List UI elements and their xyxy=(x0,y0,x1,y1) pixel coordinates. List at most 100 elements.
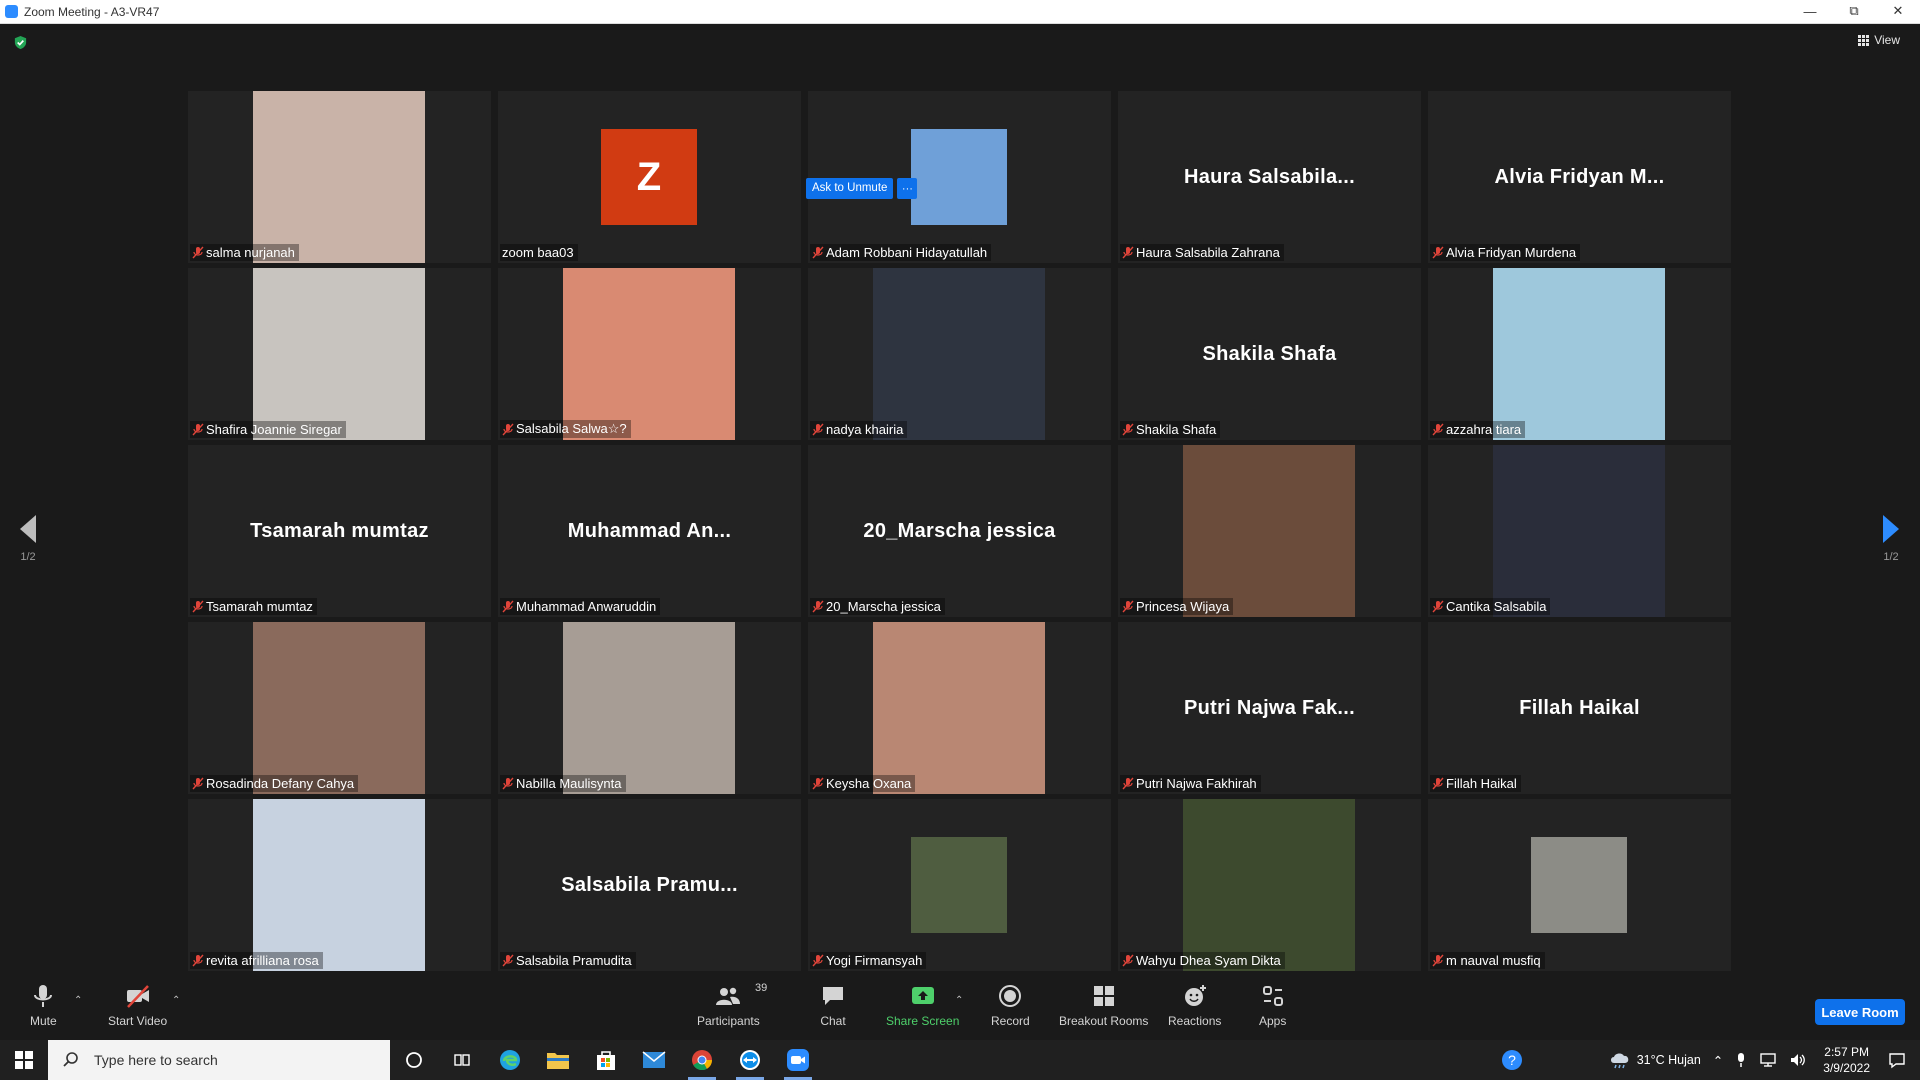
next-page-button[interactable]: 1/2 xyxy=(1876,515,1906,563)
store-taskbar-icon[interactable] xyxy=(582,1040,630,1080)
participant-tile[interactable]: revita afrilliana rosa xyxy=(188,799,491,971)
network-tray-icon[interactable] xyxy=(1759,1052,1777,1068)
start-button[interactable] xyxy=(0,1040,48,1080)
participant-tile[interactable]: Yogi Firmansyah xyxy=(808,799,1111,971)
taskbar-search-box[interactable]: Type here to search xyxy=(48,1040,390,1080)
participant-tile[interactable]: Fillah Haikal Fillah Haikal xyxy=(1428,622,1731,794)
mute-button[interactable]: Mute xyxy=(30,983,57,1028)
view-button[interactable]: View xyxy=(1858,33,1900,47)
muted-mic-icon xyxy=(1432,423,1444,436)
participant-profile-photo xyxy=(1531,837,1627,933)
record-label: Record xyxy=(991,1014,1030,1028)
breakout-rooms-label: Breakout Rooms xyxy=(1059,1014,1149,1028)
participant-tile[interactable]: m nauval musfiq xyxy=(1428,799,1731,971)
participant-name-label: Rosadinda Defany Cahya xyxy=(190,775,359,792)
share-options-caret[interactable]: ⌃ xyxy=(955,995,963,1006)
participant-tile[interactable]: Cantika Salsabila xyxy=(1428,445,1731,617)
participant-tile[interactable]: 20_Marscha jessica 20_Marscha jessica xyxy=(808,445,1111,617)
participant-tile[interactable]: azzahra tiara xyxy=(1428,268,1731,440)
page-indicator-left: 1/2 xyxy=(20,551,36,563)
edge-taskbar-icon[interactable] xyxy=(486,1040,534,1080)
participant-video xyxy=(873,268,1045,440)
participants-button[interactable]: 39 Participants xyxy=(697,982,767,1028)
muted-mic-icon xyxy=(502,600,514,613)
muted-mic-icon xyxy=(812,423,824,436)
participant-name: Haura Salsabila Zahrana xyxy=(1136,245,1280,260)
zoom-taskbar-icon[interactable] xyxy=(774,1040,822,1080)
meeting-toolbar: Mute ⌃ Start Video ⌃ 39 Participants Cha… xyxy=(0,977,1920,1039)
taskbar-clock[interactable]: 2:57 PM 3/9/2022 xyxy=(1823,1044,1870,1076)
notifications-button[interactable] xyxy=(1888,1051,1906,1069)
participant-name-label: Keysha Oxana xyxy=(810,775,916,792)
participant-tile[interactable]: Rosadinda Defany Cahya xyxy=(188,622,491,794)
participant-name-label: Fillah Haikal xyxy=(1430,775,1521,792)
share-screen-button[interactable]: Share Screen xyxy=(886,983,959,1028)
more-options-button[interactable]: ··· xyxy=(897,178,918,199)
record-button[interactable]: Record xyxy=(991,983,1030,1028)
restore-button[interactable]: ⧉ xyxy=(1832,0,1876,22)
participant-tile[interactable]: Salsabila Salwa☆? xyxy=(498,268,801,440)
video-options-caret[interactable]: ⌃ xyxy=(172,995,180,1006)
participant-tile[interactable]: Princesa Wijaya xyxy=(1118,445,1421,617)
participant-tile[interactable]: Shafira Joannie Siregar xyxy=(188,268,491,440)
muted-mic-icon xyxy=(1432,954,1444,967)
participant-tile[interactable]: Nabilla Maulisynta xyxy=(498,622,801,794)
participant-tile[interactable]: Putri Najwa Fak... Putri Najwa Fakhirah xyxy=(1118,622,1421,794)
ask-to-unmute-button[interactable]: Ask to Unmute xyxy=(806,178,894,199)
teamviewer-taskbar-icon[interactable] xyxy=(726,1040,774,1080)
cortana-circle-icon xyxy=(406,1052,422,1068)
grid-view-icon xyxy=(1858,34,1870,46)
participant-tile[interactable]: Shakila Shafa Shakila Shafa xyxy=(1118,268,1421,440)
leave-room-button[interactable]: Leave Room xyxy=(1815,999,1905,1025)
participant-tile[interactable]: Adam Robbani Hidayatullah xyxy=(808,91,1111,263)
participant-profile-photo xyxy=(911,837,1007,933)
participant-name-label: Tsamarah mumtaz xyxy=(190,598,317,615)
participant-tile[interactable]: Haura Salsabila... Haura Salsabila Zahran… xyxy=(1118,91,1421,263)
participant-name: Keysha Oxana xyxy=(826,776,912,791)
file-explorer-taskbar-icon[interactable] xyxy=(534,1040,582,1080)
system-tray: ? 31°C Hujan ⌃ 2:57 PM 3/9/2022 xyxy=(1495,1040,1920,1080)
participant-tile[interactable]: Wahyu Dhea Syam Dikta xyxy=(1118,799,1421,971)
participant-name-label: Salsabila Pramudita xyxy=(500,952,636,969)
apps-button[interactable]: Apps xyxy=(1259,983,1286,1028)
ask-to-unmute-overlay: Ask to Unmute ··· xyxy=(806,178,918,199)
participant-name-label: nadya khairia xyxy=(810,421,908,438)
participant-video xyxy=(1493,268,1665,440)
participant-tile[interactable]: Muhammad An... Muhammad Anwaruddin xyxy=(498,445,801,617)
minimize-button[interactable]: — xyxy=(1788,0,1832,22)
help-tray-item[interactable]: ? xyxy=(1501,1049,1523,1071)
cortana-button[interactable] xyxy=(390,1040,438,1080)
participant-video xyxy=(253,268,425,440)
volume-tray-icon[interactable] xyxy=(1789,1052,1807,1068)
speaker-icon xyxy=(1791,1054,1806,1066)
mic-tray-icon[interactable] xyxy=(1735,1052,1747,1068)
chat-icon xyxy=(823,987,843,1005)
muted-mic-icon xyxy=(1122,423,1134,436)
previous-page-button[interactable]: 1/2 xyxy=(13,515,43,563)
chrome-taskbar-icon[interactable] xyxy=(678,1040,726,1080)
muted-mic-icon xyxy=(812,777,824,790)
participant-name: Muhammad Anwaruddin xyxy=(516,599,657,614)
participant-tile[interactable]: salma nurjanah xyxy=(188,91,491,263)
start-video-button[interactable]: Start Video xyxy=(108,983,167,1028)
participant-name: Rosadinda Defany Cahya xyxy=(206,776,355,791)
participant-tile[interactable]: Salsabila Pramu... Salsabila Pramudita xyxy=(498,799,801,971)
muted-mic-icon xyxy=(192,600,204,613)
audio-options-caret[interactable]: ⌃ xyxy=(74,995,82,1006)
breakout-rooms-button[interactable]: Breakout Rooms xyxy=(1059,983,1148,1028)
task-view-button[interactable] xyxy=(438,1040,486,1080)
close-button[interactable]: ✕ xyxy=(1876,0,1920,22)
participant-tile[interactable]: Zzoom baa03 xyxy=(498,91,801,263)
participant-tile[interactable]: Tsamarah mumtaz Tsamarah mumtaz xyxy=(188,445,491,617)
show-hidden-icons-button[interactable]: ⌃ xyxy=(1713,1053,1723,1068)
participant-tile[interactable]: nadya khairia xyxy=(808,268,1111,440)
weather-tray-item[interactable]: 31°C Hujan xyxy=(1609,1051,1701,1069)
participant-tile[interactable]: Keysha Oxana xyxy=(808,622,1111,794)
mail-taskbar-icon[interactable] xyxy=(630,1040,678,1080)
reactions-button[interactable]: Reactions xyxy=(1168,983,1221,1028)
chat-button[interactable]: Chat xyxy=(820,983,846,1028)
encryption-shield-icon[interactable] xyxy=(13,35,28,50)
svg-text:?: ? xyxy=(1508,1052,1516,1068)
participant-tile[interactable]: Alvia Fridyan M... Alvia Fridyan Murdena xyxy=(1428,91,1731,263)
muted-mic-icon xyxy=(812,600,824,613)
